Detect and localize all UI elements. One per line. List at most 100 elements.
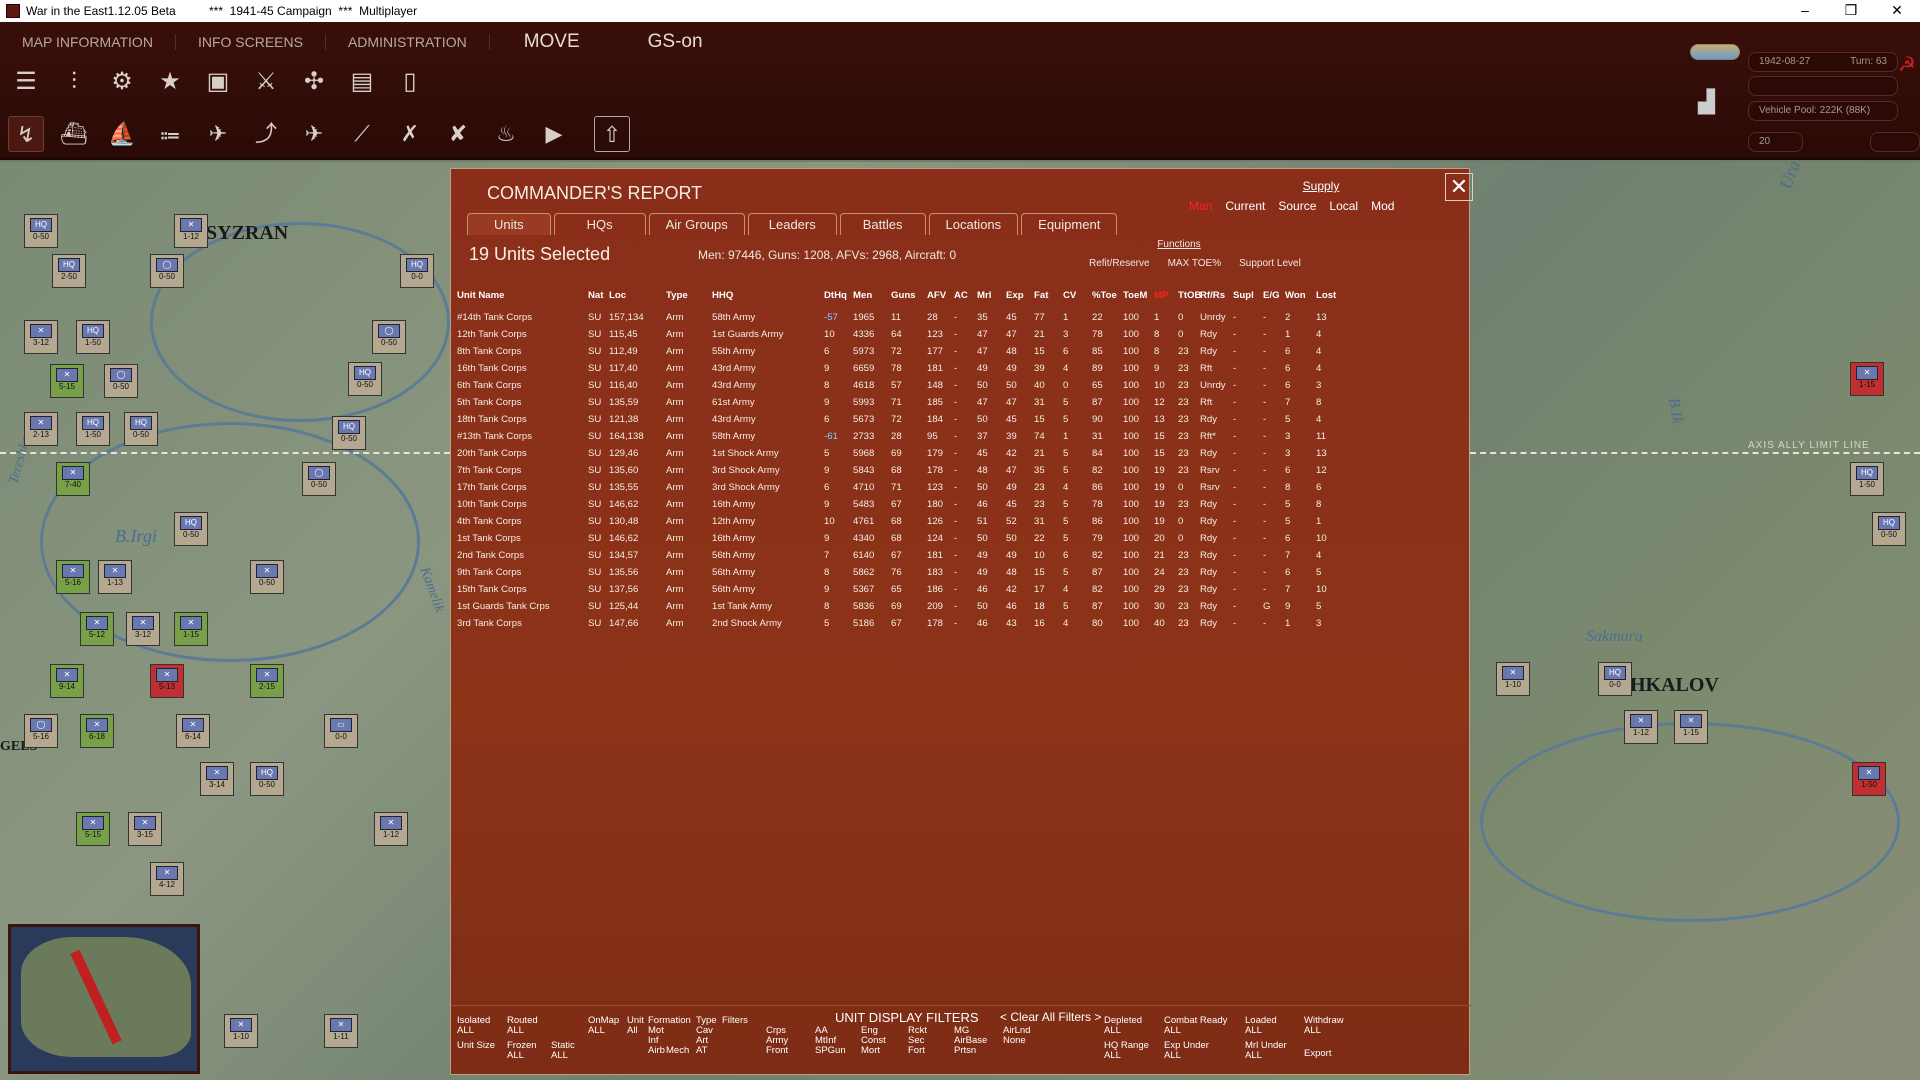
column-header[interactable]: Type [666, 290, 688, 301]
filter-aa[interactable]: AA MtInf SPGun [815, 1026, 846, 1056]
map-unit[interactable]: HQ 1-50 [76, 320, 110, 354]
column-header[interactable]: ToeM [1123, 290, 1147, 301]
map-unit[interactable]: ✕ 2-13 [24, 412, 58, 446]
tab-equipment[interactable]: Equipment [1021, 213, 1118, 235]
supply-col-current[interactable]: Current [1225, 199, 1265, 213]
window-close-button[interactable]: ✕ [1874, 0, 1920, 22]
air-interdict-icon[interactable]: ✗ [392, 116, 428, 152]
filter-combat[interactable]: Combat Ready ALL [1164, 1016, 1227, 1036]
filter-export[interactable]: Export [1304, 1049, 1331, 1059]
mode-move[interactable]: MOVE [490, 31, 614, 53]
gs-toggle[interactable]: GS-on [614, 31, 737, 53]
column-header[interactable]: Exp [1006, 290, 1024, 301]
crossed-swords-icon[interactable]: ⚔ [248, 64, 284, 100]
filter-mg[interactable]: MG AirBase Prtsn [954, 1026, 987, 1056]
transport-ship-icon[interactable]: ⛴ [56, 116, 92, 152]
tab-air-groups[interactable]: Air Groups [648, 213, 745, 235]
filter-eng[interactable]: Eng Const Mort [861, 1026, 886, 1056]
table-row[interactable]: 10th Tank Corps SU 146,62 Arm 16th Army 9 5483… [457, 496, 1467, 513]
filter-frozen[interactable]: Frozen ALL [507, 1041, 537, 1061]
column-header[interactable]: Rf/Rs [1200, 290, 1225, 301]
menu-administration[interactable]: ADMINISTRATION [326, 34, 490, 50]
filter-loaded[interactable]: Loaded ALL [1245, 1016, 1277, 1036]
filter-unitsize[interactable]: Unit Size [457, 1041, 495, 1051]
map-unit[interactable]: HQ 0-50 [1872, 512, 1906, 546]
filter-crps[interactable]: Crps Army Front [766, 1026, 788, 1056]
map-unit[interactable]: HQ 0-50 [250, 762, 284, 796]
filter-unit[interactable]: Unit All [627, 1016, 644, 1036]
column-header[interactable]: HHQ [712, 290, 733, 301]
tab-leaders[interactable]: Leaders [747, 213, 837, 235]
refit-reserve-button[interactable]: Refit/Reserve [1089, 258, 1150, 269]
filter-mrlunder[interactable]: Mrl Under ALL [1245, 1041, 1287, 1061]
map-unit[interactable]: ✕ 1-12 [174, 214, 208, 248]
map-unit[interactable]: ◯ 0-50 [104, 364, 138, 398]
column-header[interactable]: %Toe [1092, 290, 1117, 301]
table-row[interactable]: #13th Tank Corps SU 164,138 Arm 58th Army -61… [457, 428, 1467, 445]
column-header[interactable]: Loc [609, 290, 626, 301]
table-row[interactable]: 17th Tank Corps SU 135,55 Arm 3rd Shock Army… [457, 479, 1467, 496]
filter-expunder[interactable]: Exp Under ALL [1164, 1041, 1209, 1061]
map-unit[interactable]: ✕ 5-15 [50, 364, 84, 398]
weather-toggle[interactable] [1690, 44, 1740, 60]
naval-icon[interactable]: ⛵ [104, 116, 140, 152]
map-unit[interactable]: ✕ 0-50 [250, 560, 284, 594]
table-row[interactable]: 2nd Tank Corps SU 134,57 Arm 56th Army 7 6140 6… [457, 547, 1467, 564]
map-unit[interactable]: ▭ 0-0 [324, 714, 358, 748]
supply-icon[interactable]: ▤ [344, 64, 380, 100]
map-unit[interactable]: HQ 0-50 [348, 362, 382, 396]
map-unit[interactable]: ✕ 3-15 [128, 812, 162, 846]
map-unit[interactable]: ✕ 7-40 [56, 462, 90, 496]
filter-onmap[interactable]: OnMap ALL [588, 1016, 619, 1036]
supply-col-mod[interactable]: Mod [1371, 199, 1394, 213]
filter-hqrange[interactable]: HQ Range ALL [1104, 1041, 1149, 1061]
map-unit[interactable]: ✕ 1-11 [324, 1014, 358, 1048]
map-unit[interactable]: HQ 0-50 [332, 416, 366, 450]
map-unit[interactable]: HQ 0-50 [174, 512, 208, 546]
column-header[interactable]: DtHq [824, 290, 847, 301]
map-unit[interactable]: ◯ 0-50 [302, 462, 336, 496]
table-row[interactable]: 18th Tank Corps SU 121,38 Arm 43rd Army 6 5673… [457, 411, 1467, 428]
map-unit[interactable]: HQ 2-50 [52, 254, 86, 288]
column-header[interactable]: E/G [1263, 290, 1280, 301]
clear-filters-button[interactable]: < Clear All Filters > [1000, 1010, 1101, 1024]
minimap[interactable] [8, 924, 200, 1074]
tab-locations[interactable]: Locations [928, 213, 1019, 235]
supply-col-source[interactable]: Source [1278, 199, 1316, 213]
fuel-icon[interactable]: ▯ [392, 64, 428, 100]
table-row[interactable]: 3rd Tank Corps SU 147,66 Arm 2nd Shock Army 5… [457, 615, 1467, 632]
map-unit[interactable]: ◯ 5-16 [24, 714, 58, 748]
filter-airlnd[interactable]: AirLnd None [1003, 1026, 1030, 1046]
star-icon[interactable]: ★ [152, 64, 188, 100]
map-unit[interactable]: HQ 1-50 [76, 412, 110, 446]
filter-rckt[interactable]: Rckt Sec Fort [908, 1026, 927, 1056]
filter-isolated[interactable]: Isolated ALL [457, 1016, 490, 1036]
map-unit[interactable]: ✕ 4-12 [150, 862, 184, 896]
map-unit[interactable]: ✕ 1-15 [1850, 362, 1884, 396]
column-header[interactable]: Mrl [977, 290, 991, 301]
table-row[interactable]: 4th Tank Corps SU 130,48 Arm 12th Army 10 4761… [457, 513, 1467, 530]
table-row[interactable]: 8th Tank Corps SU 112,49 Arm 55th Army 6 5973 7… [457, 343, 1467, 360]
filter-static[interactable]: Static ALL [551, 1041, 575, 1061]
layers-icon[interactable]: ☰ [8, 64, 44, 100]
air-attack-icon[interactable]: ✈ [200, 116, 236, 152]
map-unit[interactable]: HQ 0-0 [1598, 662, 1632, 696]
map-unit[interactable]: HQ 1-50 [1850, 462, 1884, 496]
table-row[interactable]: 5th Tank Corps SU 135,59 Arm 61st Army 9 5993 7… [457, 394, 1467, 411]
map-unit[interactable]: ✕ 1-12 [374, 812, 408, 846]
map-unit[interactable]: ✕ 3-12 [24, 320, 58, 354]
filter-routed[interactable]: Routed ALL [507, 1016, 538, 1036]
map-unit[interactable]: ✕ 1-50 [1852, 762, 1886, 796]
column-header[interactable]: Lost [1316, 290, 1336, 301]
filter-type[interactable]: Type Cav Art AT [696, 1016, 717, 1056]
column-header[interactable]: Supl [1233, 290, 1254, 301]
table-row[interactable]: 1st Guards Tank Crps SU 125,44 Arm 1st Tank … [457, 598, 1467, 615]
map-unit[interactable]: ◯ 0-50 [372, 320, 406, 354]
maximize-button[interactable]: ❒ [1828, 0, 1874, 22]
map-unit[interactable]: ✕ 5-15 [76, 812, 110, 846]
map-unit[interactable]: ✕ 6-14 [176, 714, 210, 748]
rail-icon[interactable]: ✣ [296, 64, 332, 100]
column-header[interactable]: Fat [1034, 290, 1048, 301]
map-unit[interactable]: ✕ 9-14 [50, 664, 84, 698]
table-row[interactable]: 6th Tank Corps SU 116,40 Arm 43rd Army 8 4618 5… [457, 377, 1467, 394]
